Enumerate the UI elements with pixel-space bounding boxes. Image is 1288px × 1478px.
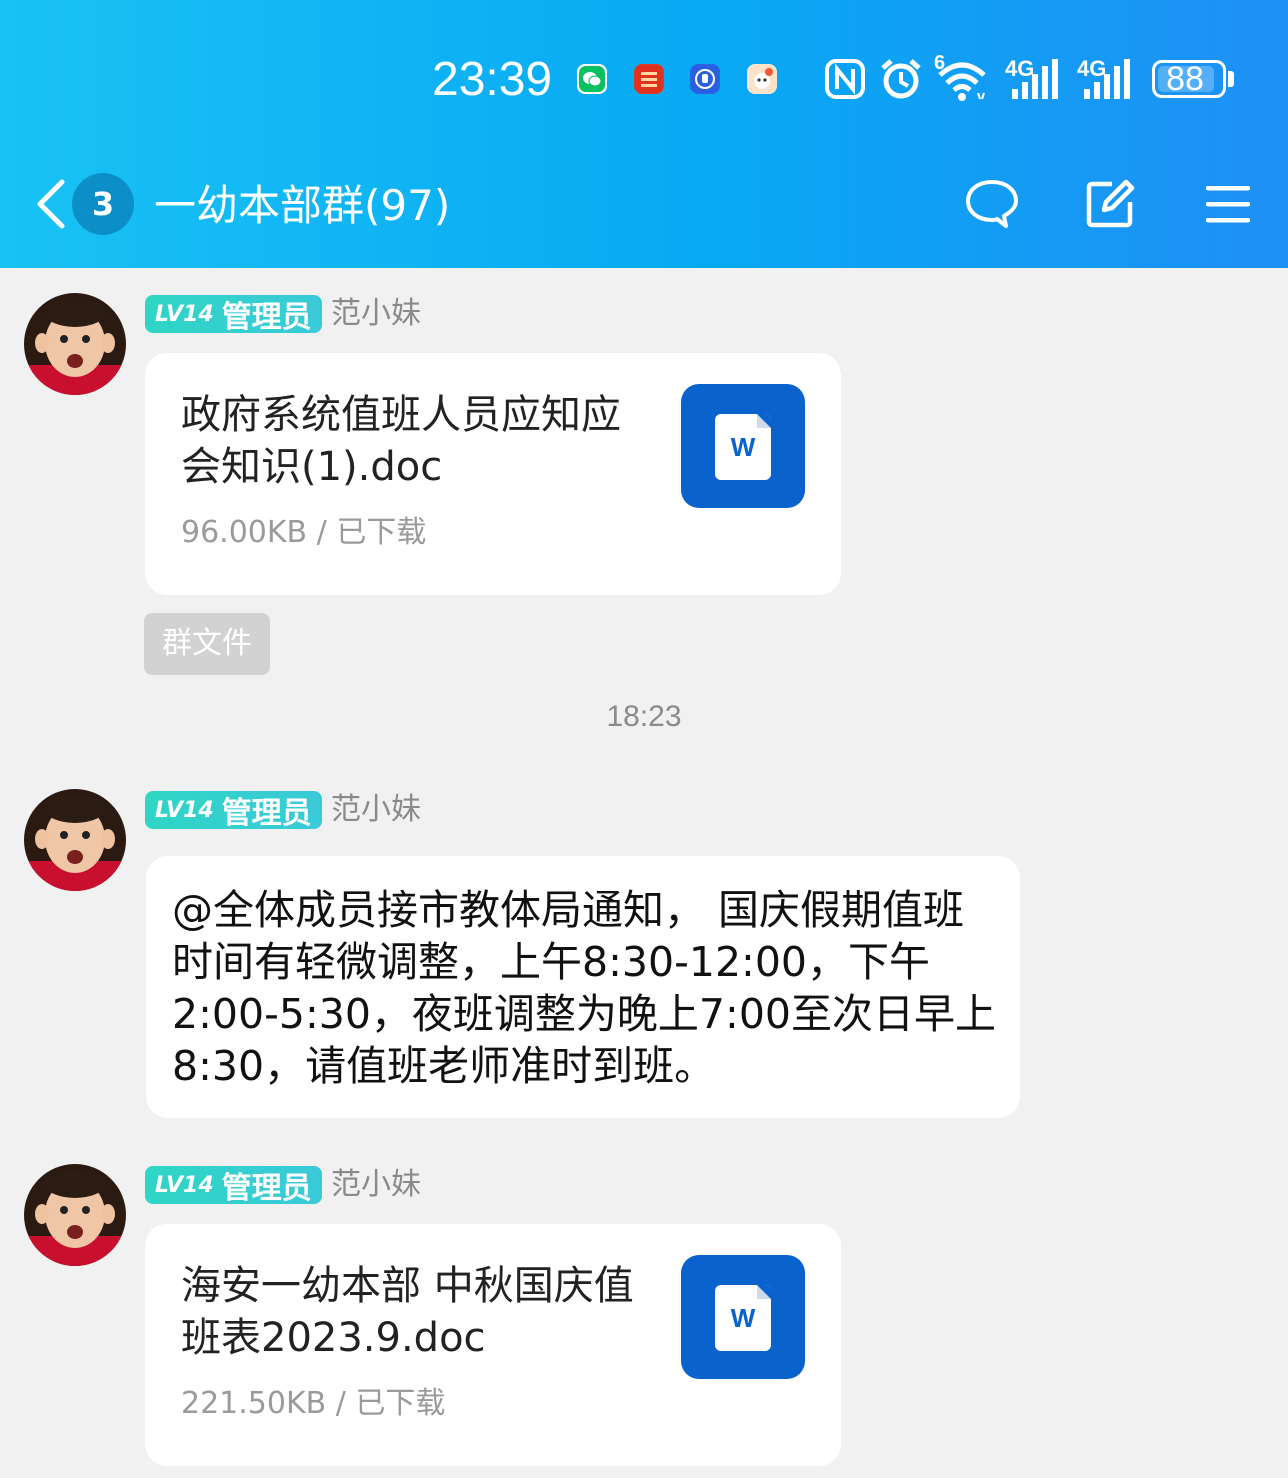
cartoon-app-icon [747,64,777,94]
word-doc-icon: W [681,384,805,508]
avatar[interactable] [24,789,126,891]
file-name: 海安一幼本部 中秋国庆值班表2023.9.doc [181,1263,634,1361]
file-message-bubble[interactable]: 政府系统值班人员应知应会知识(1).doc 96.00KB / 已下载 W [145,353,841,595]
level-label: LV14 [155,1172,214,1198]
signal-icon [1084,59,1130,99]
battery-level: 88 [1166,60,1204,98]
doc-letter: W [730,1303,756,1333]
role-label: 管理员 [221,300,312,335]
unread-count-badge[interactable]: 3 [72,173,134,235]
sender-name[interactable]: 范小妹 [331,791,421,829]
file-meta: 96.00KB / 已下载 [181,515,427,550]
hand-app-icon [690,64,720,94]
text-message-bubble[interactable]: @全体成员接市教体局通知， 国庆假期值班时间有轻微调整，上午8:30-12:00… [146,856,1020,1118]
wechat-icon [577,64,607,94]
file-name: 政府系统值班人员应知应会知识(1).doc [181,392,621,490]
nfc-icon [825,59,865,99]
alarm-icon [881,59,921,99]
level-label: LV14 [155,797,214,823]
member-level-badge: LV14 管理员 [145,791,322,831]
avatar[interactable] [24,293,126,395]
app-header: 23:39 6 4G 4G 88 3 一幼本部群(97) [0,0,1288,268]
pingan-bank-icon [634,64,664,94]
battery-icon: 88 [1152,60,1226,98]
role-label: 管理员 [221,1171,312,1206]
edit-icon[interactable] [1082,176,1138,232]
status-time: 23:39 [432,53,553,106]
message-text: @全体成员接市教体局通知， 国庆假期值班时间有轻微调整，上午8:30-12:00… [172,886,997,1090]
group-file-tag[interactable]: 群文件 [144,613,270,675]
sender-name[interactable]: 范小妹 [331,1166,421,1204]
file-meta: 221.50KB / 已下载 [181,1386,446,1421]
chat-bubble-icon[interactable] [964,176,1020,232]
message-timestamp: 18:23 [606,700,682,733]
member-level-badge: LV14 管理员 [145,1166,322,1206]
menu-icon[interactable] [1200,176,1256,232]
sender-name[interactable]: 范小妹 [331,295,421,333]
level-label: LV14 [155,301,214,327]
file-message-bubble[interactable]: 海安一幼本部 中秋国庆值班表2023.9.doc 221.50KB / 已下载 … [145,1224,841,1466]
wifi-6-label: 6 [934,52,946,74]
page-title[interactable]: 一幼本部群(97) [154,176,450,236]
signal-icon [1012,59,1058,99]
avatar[interactable] [24,1164,126,1266]
word-doc-icon: W [681,1255,805,1379]
role-label: 管理员 [221,796,312,831]
member-level-badge: LV14 管理员 [145,295,322,335]
doc-letter: W [730,432,756,462]
battery-tip [1228,71,1234,87]
